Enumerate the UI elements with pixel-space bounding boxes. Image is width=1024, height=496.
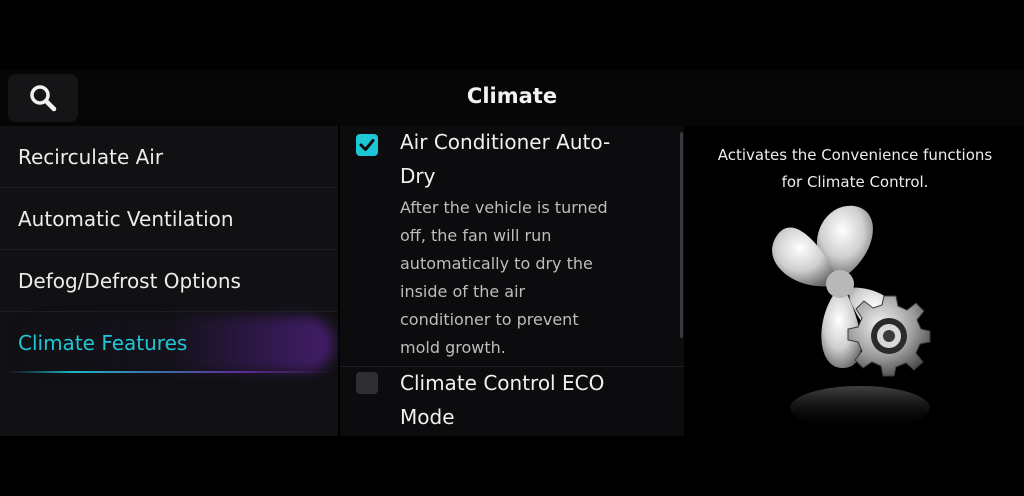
settings-scrollbar[interactable] [680,132,683,338]
ac-auto-dry-description-line: automatically to dry the [400,254,593,273]
climate-eco-mode-title-line2[interactable]: Mode [400,401,650,434]
climate-screen: Climate Recirculate Air Automatic Ventil… [0,0,1024,496]
climate-eco-mode-checkbox[interactable] [356,372,378,394]
climate-eco-mode-title-line1[interactable]: Climate Control ECO [400,367,650,400]
ac-auto-dry-title-line1[interactable]: Air Conditioner Auto- [400,126,650,159]
sidebar-item-automatic-ventilation[interactable]: Automatic Ventilation [0,188,338,250]
ac-auto-dry-description-line: off, the fan will run [400,226,552,245]
ac-auto-dry-description-line: mold growth. [400,338,506,357]
page-title: Climate [466,84,558,108]
ac-auto-dry-title-line2[interactable]: Dry [400,160,650,193]
sidebar-item-recirculate-air[interactable]: Recirculate Air [0,126,338,188]
sidebar: Recirculate Air Automatic Ventilation De… [0,126,338,436]
info-description-line2: for Climate Control. [781,173,929,191]
ac-auto-dry-description-line: After the vehicle is turned [400,198,608,217]
checkmark-icon [359,139,375,151]
fan-gear-icon [772,205,931,430]
sidebar-item-label: Defog/Defrost Options [18,268,241,293]
sidebar-item-defog-defrost-options[interactable]: Defog/Defrost Options [0,250,338,312]
sidebar-item-label: Recirculate Air [18,144,164,169]
sidebar-item-label: Automatic Ventilation [18,206,234,231]
info-description: Activates the Convenience functions for … [686,142,1024,196]
ac-auto-dry-description-line: inside of the air [400,282,526,301]
ac-auto-dry-description-line: conditioner to prevent [400,310,579,329]
sidebar-item-climate-features[interactable]: Climate Features [0,312,338,374]
sidebar-item-label: Climate Features [18,331,188,355]
settings-list: Air Conditioner Auto- Dry After the vehi… [340,126,684,436]
info-description-line1: Activates the Convenience functions [717,146,993,164]
ac-auto-dry-checkbox[interactable] [356,134,378,156]
info-panel: Activates the Convenience functions for … [686,126,1024,436]
